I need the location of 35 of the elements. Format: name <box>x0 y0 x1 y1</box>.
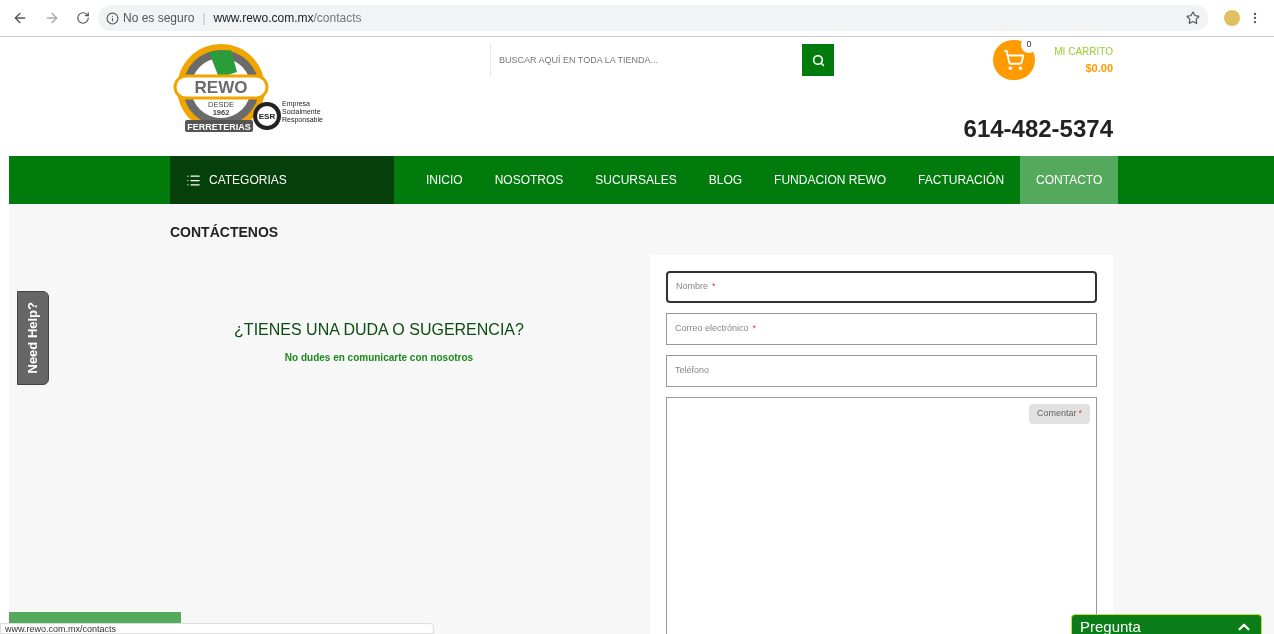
cart-total: $0.00 <box>1085 61 1113 76</box>
chat-widget-bar[interactable]: Pregunta <box>1071 614 1262 634</box>
back-icon[interactable] <box>12 10 28 26</box>
nav-link[interactable]: NOSOTROS <box>478 156 580 204</box>
search-icon <box>811 53 825 67</box>
form-input-field[interactable]: Teléfono <box>666 355 1097 387</box>
nav-link[interactable]: BLOG <box>692 156 759 204</box>
nav-link[interactable]: CONTACTO <box>1020 156 1119 204</box>
nav-link[interactable]: INICIO <box>410 156 479 204</box>
separator: | <box>202 10 206 27</box>
nav-link[interactable]: SUCURSALES <box>579 156 693 204</box>
comment-placeholder: Comentar * <box>1028 404 1090 424</box>
form-input-field[interactable]: Correo electrónico * <box>666 313 1097 345</box>
reload-icon[interactable] <box>76 11 90 25</box>
intro-subheading: No dudes en comunicarte con nosotros <box>284 351 474 365</box>
nav-link[interactable]: FACTURACIÓN <box>902 156 1021 204</box>
list-icon <box>186 172 201 188</box>
security-label: No es seguro <box>123 10 195 27</box>
need-help-tab[interactable]: Need Help? <box>17 291 49 385</box>
phone-number: 614-482-5374 <box>963 114 1113 144</box>
search-field[interactable]: BUSCAR AQUÍ EN TODA LA TIENDA... <box>490 44 802 76</box>
cart-label: MI CARRITO <box>1054 45 1113 59</box>
status-url: www.rewo.com.mx/contacts <box>0 623 434 634</box>
info-icon <box>106 11 119 25</box>
bookmark-star-icon[interactable] <box>1186 11 1200 25</box>
cart-icon <box>1003 49 1025 71</box>
search-button[interactable] <box>802 44 834 76</box>
nav-link[interactable]: FUNDACION REWO <box>758 156 903 204</box>
page-title: CONTÁCTENOS <box>170 223 279 242</box>
url-text: www.rewo.com.mx/contacts <box>213 10 362 27</box>
address-bar[interactable]: No es seguro | www.rewo.com.mx/contacts <box>98 5 1208 31</box>
intro-heading: ¿TIENES UNA DUDA O SUGERENCIA? <box>234 320 524 340</box>
categories-menu[interactable]: CATEGORIAS <box>170 156 394 204</box>
form-input-field[interactable]: Nombre * <box>666 271 1097 303</box>
categories-label: CATEGORIAS <box>209 172 287 189</box>
